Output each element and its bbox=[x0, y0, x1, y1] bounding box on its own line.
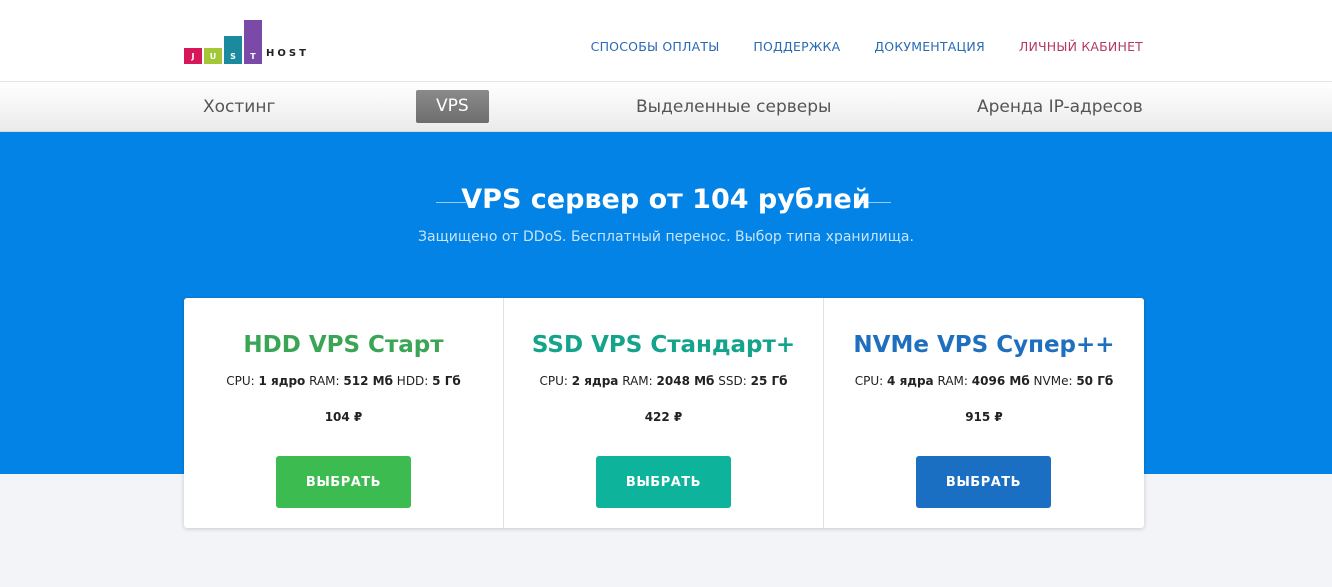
plan-card-ssd: SSD VPS Стандарт+ CPU: 2 ядра RAM: 2048 … bbox=[504, 298, 824, 528]
disk-label: HDD: bbox=[396, 374, 429, 388]
plan-price: 915 ₽ bbox=[965, 410, 1003, 424]
plan-specs: CPU: 1 ядро RAM: 512 Мб HDD: 5 Гб bbox=[184, 374, 503, 388]
plan-specs: CPU: 2 ядра RAM: 2048 Мб SSD: 25 Гб bbox=[504, 374, 823, 388]
product-nav: Хостинг VPS Выделенные серверы Аренда IP… bbox=[0, 82, 1332, 132]
plan-price: 422 ₽ bbox=[644, 410, 683, 424]
justhost-logo[interactable]: J U S T HOST bbox=[184, 18, 324, 64]
plan-price: 104 ₽ bbox=[324, 410, 363, 424]
ram-label: RAM: bbox=[309, 374, 340, 388]
disk-value: 25 Гб bbox=[750, 374, 788, 388]
plan-title: SSD VPS Стандарт+ bbox=[531, 332, 796, 358]
cpu-value: 4 ядра bbox=[887, 374, 934, 388]
plan-card-nvme: NVMe VPS Супер++ CPU: 4 ядра RAM: 4096 М… bbox=[824, 298, 1144, 528]
disk-value: 5 Гб bbox=[432, 374, 461, 388]
disk-label: NVMe: bbox=[1033, 374, 1073, 388]
logo-bars: J U S T bbox=[184, 18, 264, 64]
plan-title: NVMe VPS Супер++ bbox=[853, 332, 1115, 358]
ram-value: 4096 Мб bbox=[971, 374, 1030, 388]
logo-letter-u: U bbox=[209, 52, 217, 61]
nav-support[interactable]: ПОДДЕРЖКА bbox=[753, 39, 840, 54]
logo-bar-u: U bbox=[204, 48, 222, 64]
disk-value: 50 Гб bbox=[1076, 374, 1114, 388]
cpu-value: 2 ядра bbox=[571, 374, 619, 388]
plan-specs: CPU: 4 ядра RAM: 4096 Мб NVMe: 50 Гб bbox=[824, 374, 1144, 388]
logo-letter-t: T bbox=[250, 52, 256, 61]
select-plan-button[interactable]: ВЫБРАТЬ bbox=[596, 456, 731, 508]
tab-ip-rental[interactable]: Аренда IP-адресов bbox=[977, 97, 1143, 117]
nav-personal-cabinet[interactable]: ЛИЧНЫЙ КАБИНЕТ bbox=[1019, 39, 1143, 54]
select-plan-button[interactable]: ВЫБРАТЬ bbox=[276, 456, 411, 508]
title-divider-right bbox=[861, 202, 891, 203]
logo-bar-t: T bbox=[244, 20, 262, 64]
logo-host-text: HOST bbox=[266, 48, 309, 59]
top-nav: СПОСОБЫ ОПЛАТЫ ПОДДЕРЖКА ДОКУМЕНТАЦИЯ ЛИ… bbox=[591, 39, 1143, 54]
nav-payment-methods[interactable]: СПОСОБЫ ОПЛАТЫ bbox=[591, 39, 720, 54]
plan-cards: HDD VPS Старт CPU: 1 ядро RAM: 512 Мб HD… bbox=[184, 298, 1144, 528]
hero-subtitle: Защищено от DDoS. Бесплатный перенос. Вы… bbox=[418, 229, 914, 245]
logo-letter-s: S bbox=[230, 52, 236, 61]
top-header: J U S T HOST СПОСОБЫ ОПЛАТЫ ПОДДЕРЖКА ДО… bbox=[0, 0, 1332, 82]
cpu-value: 1 ядро bbox=[258, 374, 306, 388]
ram-value: 2048 Мб bbox=[656, 374, 715, 388]
tab-vps[interactable]: VPS bbox=[416, 90, 489, 123]
select-plan-button[interactable]: ВЫБРАТЬ bbox=[916, 456, 1051, 508]
hero-title: VPS сервер от 104 рублей bbox=[461, 184, 871, 215]
logo-bar-j: J bbox=[184, 48, 202, 64]
ram-value: 512 Мб bbox=[343, 374, 393, 388]
ram-label: RAM: bbox=[622, 374, 653, 388]
disk-label: SSD: bbox=[718, 374, 747, 388]
tab-dedicated-servers[interactable]: Выделенные серверы bbox=[636, 97, 831, 117]
logo-letter-j: J bbox=[191, 52, 195, 61]
plan-title: HDD VPS Старт bbox=[243, 332, 444, 358]
plan-card-hdd: HDD VPS Старт CPU: 1 ядро RAM: 512 Мб HD… bbox=[184, 298, 504, 528]
ram-label: RAM: bbox=[937, 374, 968, 388]
cpu-label: CPU: bbox=[226, 374, 255, 388]
cpu-label: CPU: bbox=[854, 374, 884, 388]
logo-bar-s: S bbox=[224, 36, 242, 64]
nav-documentation[interactable]: ДОКУМЕНТАЦИЯ bbox=[874, 39, 985, 54]
tab-hosting[interactable]: Хостинг bbox=[203, 97, 275, 117]
cpu-label: CPU: bbox=[539, 374, 568, 388]
